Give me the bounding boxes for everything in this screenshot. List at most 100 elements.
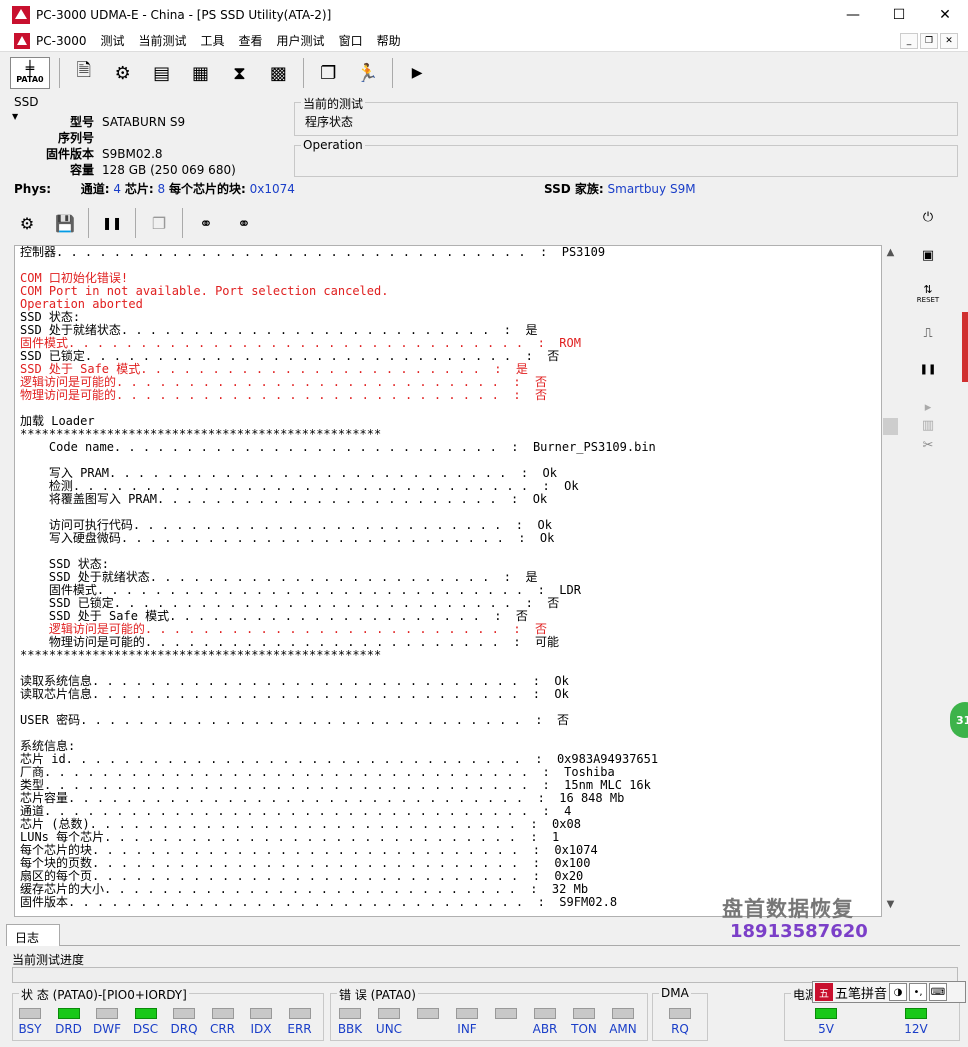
toolbar-separator bbox=[392, 58, 394, 88]
scroll-down-icon[interactable]: ▼ bbox=[882, 899, 899, 915]
settings-button[interactable]: ⚙ bbox=[12, 208, 42, 238]
calculator-button[interactable]: ▦ bbox=[185, 57, 217, 89]
copy-button[interactable]: ❐ bbox=[144, 208, 174, 238]
error-group: 错 误 (PATA0) BBK UNC INF ABR TON AMN bbox=[330, 986, 648, 1041]
minimize-button[interactable]: — bbox=[830, 0, 876, 30]
reset-label: RESET bbox=[916, 295, 940, 304]
status-led bbox=[378, 1008, 400, 1019]
ssd-family-label: SSD 家族: bbox=[544, 182, 604, 196]
punctuation-icon[interactable]: •, bbox=[909, 983, 928, 1001]
log-scrollbar[interactable]: ▲ ▼ bbox=[882, 245, 899, 917]
status-led-label: 12V bbox=[904, 1022, 928, 1036]
run-button[interactable]: ▶ bbox=[401, 57, 433, 89]
gears-icon: ⚙ bbox=[114, 62, 131, 84]
mdi-minimize-button[interactable]: _ bbox=[900, 33, 918, 49]
maximize-button[interactable]: ☐ bbox=[876, 0, 922, 30]
menu-test[interactable]: 测试 bbox=[100, 32, 124, 49]
find-next-button[interactable]: ⚭ bbox=[229, 208, 259, 238]
current-test-value: 程序状态 bbox=[305, 115, 354, 129]
save-button[interactable]: 💾 bbox=[50, 208, 80, 238]
menu-pc3000[interactable]: PC-3000 bbox=[36, 34, 86, 48]
circuit-board-icon: ▣ bbox=[921, 247, 935, 263]
ssd-firmware-label: 固件版本 bbox=[45, 147, 94, 161]
tab-log[interactable]: 日志 bbox=[6, 924, 60, 946]
exit-button[interactable]: 🏃 bbox=[351, 57, 383, 89]
chips-button[interactable]: ▤ bbox=[146, 57, 178, 89]
menu-tools[interactable]: 工具 bbox=[201, 32, 225, 49]
log-line: 将覆盖图写入 PRAM. . . . . . . . . . . . . . .… bbox=[20, 492, 548, 506]
status-led bbox=[669, 1008, 691, 1019]
status-led-label: DWF bbox=[92, 1022, 121, 1036]
channels-value: 4 bbox=[113, 182, 122, 196]
menu-help[interactable]: 帮助 bbox=[377, 32, 401, 49]
ime-mode-label[interactable]: 五笔拼音 bbox=[835, 983, 887, 1002]
find-button[interactable]: ⚭ bbox=[191, 208, 221, 238]
ssd-model-label: 型号 bbox=[69, 115, 94, 129]
progress-label: 当前测试进度 bbox=[12, 953, 85, 967]
save-disk-icon: 💾 bbox=[55, 213, 75, 233]
windows-button[interactable]: ❐ bbox=[312, 57, 344, 89]
app-logo-icon bbox=[12, 6, 30, 24]
log-line: ****************************************… bbox=[20, 648, 382, 662]
menu-user-test[interactable]: 用户测试 bbox=[277, 32, 325, 49]
log-output[interactable]: 控制器. . . . . . . . . . . . . . . . . . .… bbox=[14, 245, 882, 917]
menu-current-test[interactable]: 当前测试 bbox=[139, 32, 187, 49]
status-led bbox=[612, 1008, 634, 1019]
table-button[interactable]: ▩ bbox=[262, 57, 294, 89]
right-pause-button[interactable]: ❚❚ bbox=[912, 356, 944, 382]
blocks-label: 每个芯片的块: bbox=[168, 182, 246, 196]
app-menu-icon[interactable] bbox=[14, 32, 30, 49]
pause-button[interactable]: ❚❚ bbox=[97, 208, 127, 238]
hourglass-button[interactable]: ⧗ bbox=[224, 57, 256, 89]
stacked-windows-icon: ❐ bbox=[320, 62, 337, 84]
scroll-thumb[interactable] bbox=[883, 418, 898, 435]
ssd-firmware-value: S9BM02.8 bbox=[102, 147, 163, 161]
ssd-serial-label: 序列号 bbox=[57, 131, 94, 145]
pata-port-button[interactable]: ╪ PATA0 bbox=[10, 57, 50, 89]
status-led bbox=[19, 1008, 41, 1019]
watermark-title: 盘首数据恢复 bbox=[722, 897, 854, 921]
binoculars-icon: ⚭ bbox=[199, 213, 213, 233]
half-width-icon[interactable]: ◑ bbox=[889, 983, 908, 1001]
status-title: 状 态 (PATA0)-[PIO0+IORDY] bbox=[19, 986, 189, 1003]
menu-window[interactable]: 窗口 bbox=[339, 32, 363, 49]
status-led bbox=[573, 1008, 595, 1019]
menu-view[interactable]: 查看 bbox=[239, 32, 263, 49]
ime-logo-icon[interactable]: 五 bbox=[815, 983, 833, 1001]
board-button[interactable]: ▣ bbox=[912, 242, 944, 268]
status-led bbox=[905, 1008, 927, 1019]
status-led-label: TON bbox=[571, 1022, 597, 1036]
status-led bbox=[250, 1008, 272, 1019]
gears-button[interactable]: ⚙ bbox=[107, 57, 139, 89]
window-title: PC-3000 UDMA-E - China - [PS SSD Utility… bbox=[36, 8, 332, 22]
signal-button[interactable]: ⎍ bbox=[912, 320, 944, 346]
ssd-panel-label: SSD bbox=[14, 95, 39, 109]
copy-pages-icon: ❐ bbox=[151, 213, 167, 233]
tools-button[interactable]: ✂ bbox=[912, 432, 944, 458]
reset-button[interactable]: ⇅ RESET bbox=[912, 280, 944, 306]
mdi-close-button[interactable]: ✕ bbox=[940, 33, 958, 49]
status-led bbox=[417, 1008, 439, 1019]
power-switch-icon: ⏻ bbox=[922, 209, 934, 225]
status-led-label: DSC bbox=[132, 1022, 159, 1036]
error-title: 错 误 (PATA0) bbox=[337, 986, 418, 1003]
status-led-label: 5V bbox=[818, 1022, 834, 1036]
log-line: COM Port in not available. Port selectio… bbox=[20, 284, 389, 298]
binoculars-next-icon: ⚭ bbox=[237, 213, 251, 233]
ssd-firmware-row: 固件版本 S9BM02.8 bbox=[10, 145, 290, 162]
power-toggle-button[interactable]: ⏻ bbox=[912, 204, 944, 230]
status-led-label: INF bbox=[457, 1022, 477, 1036]
scroll-up-icon[interactable]: ▲ bbox=[882, 247, 899, 263]
mdi-restore-button[interactable]: ❐ bbox=[920, 33, 938, 49]
toolbar-separator bbox=[88, 208, 89, 238]
drive-passport-button[interactable]: 🗎 bbox=[68, 57, 100, 89]
close-button[interactable]: ✕ bbox=[922, 0, 968, 30]
floating-badge[interactable]: 31 bbox=[950, 702, 968, 738]
current-test-group: 当前的测试 程序状态 bbox=[294, 95, 958, 136]
keyboard-icon[interactable]: ⌨ bbox=[929, 983, 948, 1001]
title-bar: PC-3000 UDMA-E - China - [PS SSD Utility… bbox=[0, 0, 968, 30]
status-group: 状 态 (PATA0)-[PIO0+IORDY] BSY DRD DWF DSC DRQ… bbox=[12, 986, 324, 1041]
